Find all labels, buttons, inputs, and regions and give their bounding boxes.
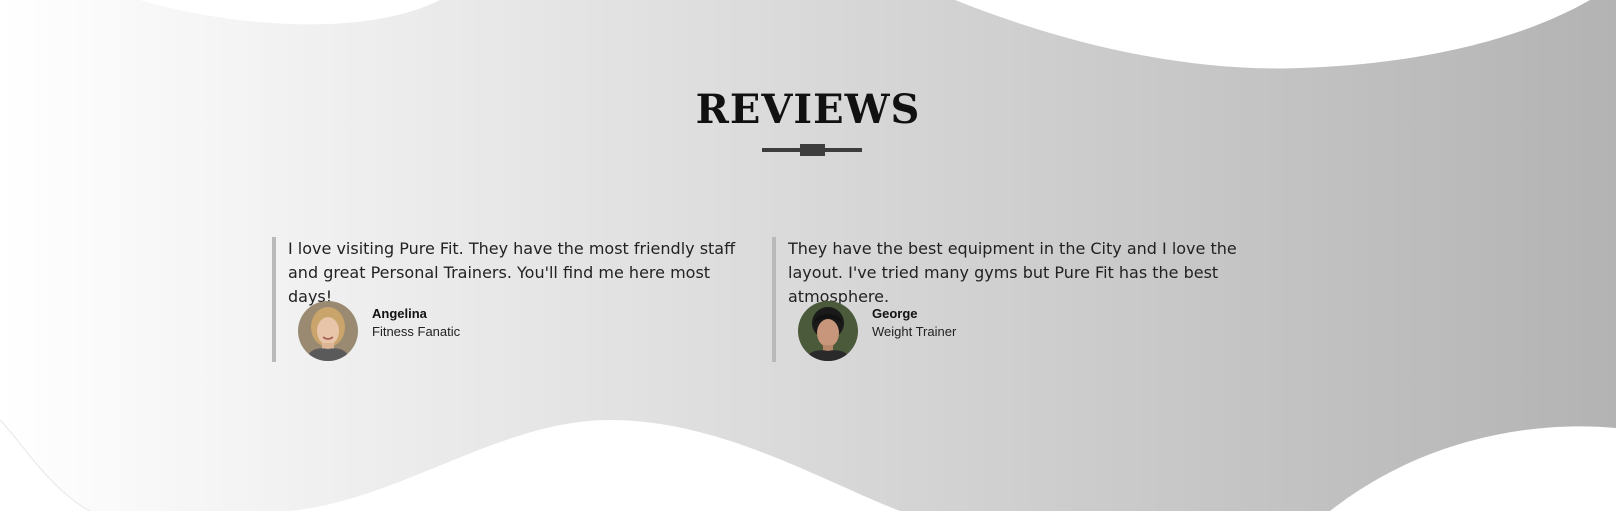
avatar <box>298 301 358 361</box>
avatar <box>798 301 858 361</box>
review-quote: They have the best equipment in the City… <box>788 239 1237 306</box>
author-role: Weight Trainer <box>872 324 957 339</box>
page-title: REVIEWS <box>695 86 921 133</box>
author-name: Angelina <box>372 306 427 321</box>
title-divider <box>762 144 862 156</box>
review-quote: I love visiting Pure Fit. They have the … <box>288 239 736 306</box>
reviews-section: REVIEWS I love visiting Pure Fit. They h… <box>0 0 1616 511</box>
author-role: Fitness Fanatic <box>372 324 461 339</box>
review-card: I love visiting Pure Fit. They have the … <box>272 237 752 362</box>
divider-block <box>800 144 825 156</box>
review-card: They have the best equipment in the City… <box>772 237 1272 362</box>
author-name: George <box>872 306 918 321</box>
